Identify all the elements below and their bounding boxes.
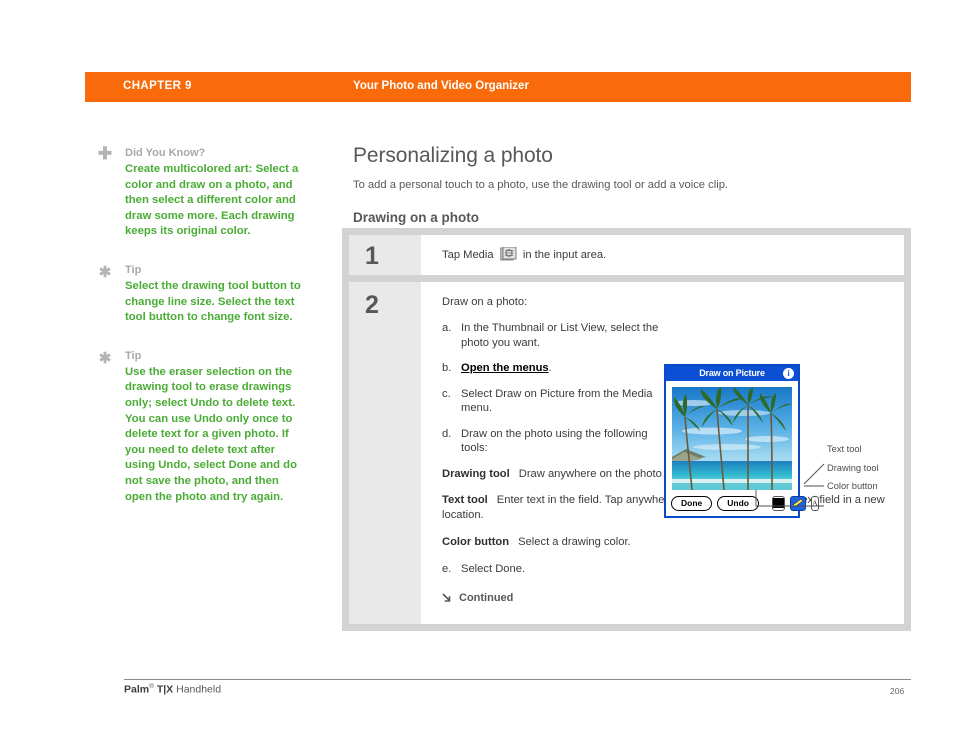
list-letter: d. bbox=[442, 427, 452, 440]
chapter-label: CHAPTER 9 bbox=[123, 80, 192, 92]
definition-term: Text tool bbox=[442, 494, 488, 507]
sidebar-body: Create multicolored art: Select a color … bbox=[125, 163, 299, 238]
sidebar-body: Select the drawing tool button to change… bbox=[125, 279, 301, 324]
step1-text-after: in the input area. bbox=[522, 249, 607, 261]
sidebar-block-tip-2: ✱ Tip Use the eraser selection on the dr… bbox=[96, 348, 304, 505]
list-text: Select Draw on Picture from the Media me… bbox=[461, 387, 653, 415]
continued-indicator: Continued bbox=[442, 591, 890, 606]
sidebar-notes: ✚ Did You Know? Create multicolored art:… bbox=[96, 145, 304, 523]
device-photo-area bbox=[666, 381, 798, 490]
beach-photo bbox=[672, 387, 792, 490]
continued-label: Continued bbox=[459, 591, 514, 604]
text-tool-button[interactable]: A bbox=[810, 495, 819, 511]
list-text: Draw on the photo using the following to… bbox=[461, 427, 648, 455]
asterisk-icon: ✱ bbox=[98, 349, 112, 367]
callout-drawing-tool: Drawing tool bbox=[827, 463, 879, 473]
document-page: CHAPTER 9 Your Photo and Video Organizer… bbox=[0, 0, 954, 738]
sidebar-block-tip-1: ✱ Tip Select the drawing tool button to … bbox=[96, 262, 304, 326]
step-row-2: 2 Draw on a photo: a. In the Thumbnail o… bbox=[349, 282, 904, 624]
device-title: Draw on Picture bbox=[699, 368, 765, 378]
plus-icon: ✚ bbox=[97, 144, 113, 163]
chapter-header-bar: CHAPTER 9 Your Photo and Video Organizer bbox=[85, 72, 911, 102]
sidebar-body: Use the eraser selection on the drawing … bbox=[125, 365, 297, 503]
step-content: Tap Media in the input area. bbox=[421, 235, 904, 275]
footer-divider bbox=[124, 679, 911, 680]
info-icon[interactable]: i bbox=[783, 368, 794, 379]
chapter-title: Your Photo and Video Organizer bbox=[353, 80, 529, 92]
step2-lead: Draw on a photo: bbox=[442, 296, 528, 308]
media-icon bbox=[499, 246, 517, 262]
list-letter: b. bbox=[442, 362, 452, 374]
asterisk-icon: ✱ bbox=[98, 263, 112, 281]
footer-product-name: Handheld bbox=[173, 683, 222, 696]
undo-button[interactable]: Undo bbox=[717, 495, 759, 511]
definition-term: Drawing tool bbox=[442, 467, 510, 480]
list-text: In the Thumbnail or List View, select th… bbox=[461, 322, 659, 349]
text-tool-label: A bbox=[811, 498, 818, 508]
main-content-heading-area: Personalizing a photo To add a personal … bbox=[353, 143, 911, 225]
step-content: Draw on a photo: a. In the Thumbnail or … bbox=[421, 282, 904, 624]
registered-mark: ® bbox=[149, 683, 154, 690]
drawing-tool-button[interactable] bbox=[789, 495, 806, 511]
pencil-icon bbox=[791, 498, 804, 508]
section-subtitle: Drawing on a photo bbox=[353, 210, 479, 225]
step-number: 2 bbox=[349, 282, 421, 624]
step-row-1: 1 Tap Media in the input area. bbox=[349, 235, 904, 275]
list-text: Select Done. bbox=[461, 562, 526, 575]
page-number: 206 bbox=[890, 686, 905, 696]
done-button[interactable]: Done bbox=[671, 495, 713, 511]
list-letter: e. bbox=[442, 562, 452, 575]
list-item-d: d. Draw on the photo using the following… bbox=[442, 427, 660, 456]
callout-text-tool: Text tool bbox=[827, 444, 862, 454]
steps-container: 1 Tap Media in the input area. 2 Draw on bbox=[342, 228, 911, 631]
open-the-menus-link[interactable]: Open the menus bbox=[461, 362, 549, 374]
list-item-a: a. In the Thumbnail or List View, select… bbox=[442, 321, 660, 350]
arrow-down-right-icon bbox=[442, 593, 451, 602]
sidebar-heading: Tip bbox=[125, 263, 142, 276]
device-screenshot: Draw on Picture i Done Undo A Text tool … bbox=[664, 364, 879, 518]
footer-brand: Palm bbox=[124, 683, 150, 696]
step-number: 1 bbox=[349, 235, 421, 275]
list-letter: c. bbox=[442, 387, 451, 400]
footer-product: Palm® T|X Handheld bbox=[124, 683, 221, 696]
step1-text-before: Tap Media bbox=[442, 249, 494, 261]
device-frame: Draw on Picture i Done Undo A bbox=[664, 364, 819, 518]
color-button[interactable] bbox=[771, 495, 785, 511]
definition-term: Color button bbox=[442, 535, 510, 548]
sidebar-heading: Tip bbox=[125, 349, 142, 362]
list-item-c: c. Select Draw on Picture from the Media… bbox=[442, 387, 660, 416]
page-title: Personalizing a photo bbox=[353, 144, 553, 167]
list-letter: a. bbox=[442, 322, 452, 334]
sidebar-heading: Did You Know? bbox=[125, 147, 206, 159]
footer-model: T|X bbox=[156, 683, 174, 696]
callout-color-button: Color button bbox=[827, 481, 878, 491]
device-title-bar: Draw on Picture i bbox=[666, 366, 798, 381]
sidebar-block-did-you-know: ✚ Did You Know? Create multicolored art:… bbox=[96, 145, 304, 240]
intro-paragraph: To add a personal touch to a photo, use … bbox=[353, 179, 729, 191]
device-toolbar: Done Undo A bbox=[666, 490, 819, 516]
definition-desc: Select a drawing color. bbox=[518, 535, 631, 548]
definition-color-button: Color button Select a drawing color. bbox=[442, 535, 890, 550]
list-text-suffix: . bbox=[548, 362, 552, 374]
list-item-e: e. Select Done. bbox=[442, 562, 890, 577]
list-item-b: b. Open the menus. bbox=[442, 361, 660, 376]
